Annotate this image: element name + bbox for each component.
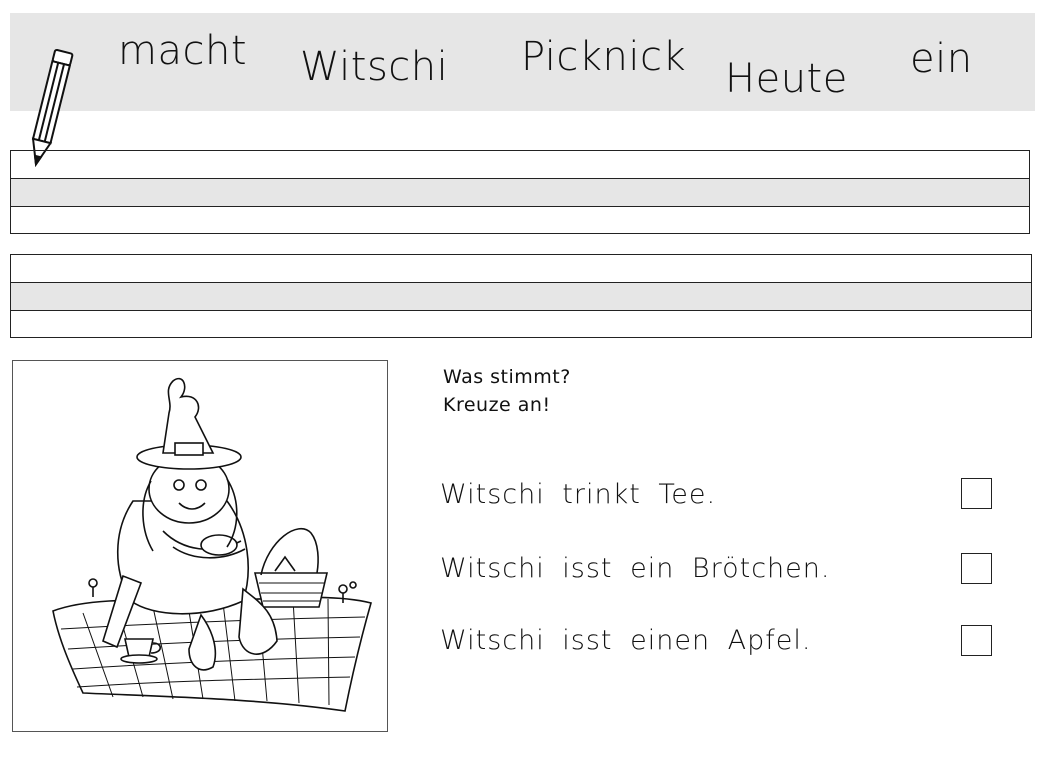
word-card[interactable]: Witschi [300,44,448,90]
writing-line-middle [11,179,1029,207]
witch-picnic-illustration [52,377,372,712]
statement-3-checkbox[interactable] [961,625,992,656]
word-card[interactable]: Heute [725,56,848,102]
statement-1: Witschi trinkt Tee. [440,479,717,510]
writing-lines-2[interactable] [10,254,1032,338]
word-card[interactable]: Picknick [521,34,686,80]
statement-2: Witschi isst ein Brötchen. [440,553,831,584]
instruction-line-1: Was stimmt? [443,366,571,388]
writing-line-bottom [11,311,1031,337]
writing-line-middle [11,283,1031,311]
writing-line-bottom [11,207,1029,233]
statement-3: Witschi isst einen Apfel. [440,625,812,656]
writing-line-top [11,255,1031,283]
instruction-line-2: Kreuze an! [443,394,551,416]
word-card[interactable]: ein [910,36,973,82]
word-card[interactable]: macht [118,28,247,74]
statement-1-checkbox[interactable] [961,478,992,509]
writing-lines-1[interactable] [10,150,1030,234]
picnic-illustration-frame [12,360,388,732]
writing-line-top [11,151,1029,179]
statement-2-checkbox[interactable] [961,553,992,584]
